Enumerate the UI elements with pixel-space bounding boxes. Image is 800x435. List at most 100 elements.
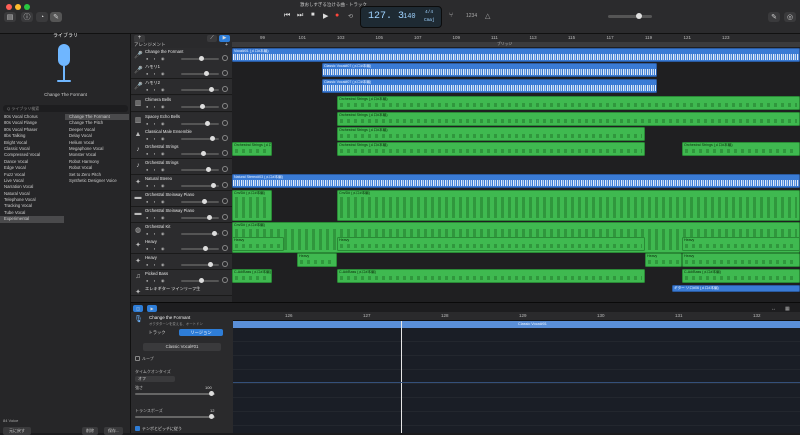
minimize-window-button[interactable] <box>15 4 21 10</box>
track-pan-knob[interactable] <box>222 135 228 141</box>
save-button[interactable]: 保存... <box>104 427 124 435</box>
region-name-field[interactable]: Classic Vocal#01 <box>143 343 221 351</box>
track-volume-slider[interactable] <box>181 246 219 251</box>
track-pan-knob[interactable] <box>222 261 228 267</box>
zoom-window-button[interactable] <box>24 4 30 10</box>
play-button[interactable]: ▶ <box>323 12 328 20</box>
revert-button[interactable]: 元に戻す <box>3 427 31 435</box>
track-name[interactable]: Classical Male Ensemble <box>145 129 192 134</box>
master-volume-knob[interactable] <box>636 13 642 19</box>
track-name[interactable]: Spacey Echo Bells <box>145 114 180 119</box>
track-name[interactable]: Change the Formant <box>145 49 183 54</box>
track-volume-slider[interactable] <box>181 87 219 92</box>
track-buttons[interactable]: ● ◐ ◉ <box>146 167 167 172</box>
track-header[interactable]: 🎤 ハモリ2 ● ◐ ◉ <box>131 79 232 96</box>
track-volume-knob[interactable] <box>208 262 213 267</box>
editor-mode-button[interactable]: ◫ <box>133 305 143 312</box>
track-name[interactable]: Orchestral Strings <box>145 144 179 149</box>
track-name[interactable]: Picked Bass <box>145 271 168 276</box>
track-name[interactable]: Orchestral Steinway Piano <box>145 192 194 197</box>
help-button[interactable]: ⓘ <box>21 12 33 22</box>
track-name[interactable]: Orchestral Kit <box>145 224 170 229</box>
loop-checkbox[interactable] <box>135 356 140 361</box>
playhead[interactable] <box>401 321 402 433</box>
strength-knob[interactable] <box>209 391 214 396</box>
track-name[interactable]: Heavy <box>145 239 157 244</box>
smart-controls-button[interactable]: ◔ <box>36 12 48 22</box>
delete-button[interactable]: 削除 <box>82 427 98 435</box>
track-buttons[interactable]: ● ◐ ◉ <box>146 199 167 204</box>
track-header[interactable]: 🎤 ハモリ1 ● ◐ ◉ <box>131 63 232 80</box>
metronome-icon[interactable]: △ <box>485 12 490 20</box>
track-volume-knob[interactable] <box>211 183 216 188</box>
track-volume-slider[interactable] <box>181 215 219 220</box>
track-pan-knob[interactable] <box>222 245 228 251</box>
close-window-button[interactable] <box>6 4 12 10</box>
track-volume-knob[interactable] <box>202 199 207 204</box>
track-header[interactable]: ▬ Orchestral Steinway Piano ● ◐ ◉ <box>131 191 232 208</box>
track-buttons[interactable]: ● ◐ ◉ <box>146 104 167 109</box>
audio-region[interactable]: ギター ソロ#06 (メロ#本編) <box>672 285 800 292</box>
midi-region[interactable]: Orchestral Strings (メロ#本編) <box>232 142 272 156</box>
track-name[interactable]: ハモリ2 <box>145 80 160 86</box>
track-volume-slider[interactable] <box>181 104 219 109</box>
track-pan-knob[interactable] <box>222 86 228 92</box>
tab-track[interactable]: トラック <box>136 329 178 336</box>
midi-region[interactable]: Heavy <box>682 253 800 267</box>
editor-ruler[interactable] <box>233 312 800 321</box>
add-track-button[interactable]: + <box>134 35 145 42</box>
track-buttons[interactable]: ● ◐ ◉ <box>146 136 167 141</box>
track-pan-knob[interactable] <box>222 198 228 204</box>
midi-region[interactable]: Heavy <box>297 253 337 267</box>
track-header[interactable]: ✦ Heavy ● ◐ ◉ <box>131 254 232 271</box>
track-pan-knob[interactable] <box>222 230 228 236</box>
track-volume-knob[interactable] <box>209 87 214 92</box>
midi-region[interactable]: Orchestral Strings (メロ#本編) <box>682 142 800 156</box>
track-name[interactable]: Orchestral Strings <box>145 160 179 165</box>
track-volume-knob[interactable] <box>212 231 217 236</box>
midi-region[interactable]: Cm/D# (メロ#本編) <box>337 190 800 221</box>
tuner-icon[interactable]: ⑂ <box>449 12 453 19</box>
arrangement-marker-lane[interactable]: ブリッジ <box>232 42 800 47</box>
midi-region[interactable]: Orchestral Strings (メロ#本編) <box>337 112 800 126</box>
track-name[interactable]: Orchestral Steinway Piano <box>145 208 194 213</box>
track-header[interactable]: ✦ Natural Stereo ● ◐ ◉ <box>131 175 232 192</box>
editor-grid[interactable] <box>233 328 800 433</box>
record-button[interactable]: ● <box>335 12 339 19</box>
track-buttons[interactable]: ● ◐ ◉ <box>146 262 167 267</box>
track-header[interactable]: ✦ エレキギター ツインリーフ生 <box>131 285 232 296</box>
library-toggle-button[interactable]: ▤ <box>4 12 16 22</box>
track-pan-knob[interactable] <box>222 120 228 126</box>
editors-button[interactable]: ✎ <box>50 12 62 22</box>
track-name[interactable]: Natural Stereo <box>145 176 172 181</box>
follow-tempo-checkbox[interactable] <box>135 426 140 431</box>
track-volume-knob[interactable] <box>203 246 208 251</box>
track-header[interactable]: ♪ Orchestral Strings ● ◐ ◉ <box>131 159 232 176</box>
track-pan-knob[interactable] <box>222 150 228 156</box>
track-volume-knob[interactable] <box>200 104 205 109</box>
track-volume-slider[interactable] <box>181 231 219 236</box>
midi-region[interactable]: Orchestral Strings (メロ#本編) <box>337 96 800 110</box>
track-header[interactable]: 🎤 Change the Formant ● ◐ ◉ <box>131 48 232 65</box>
midi-region[interactable]: Heavy <box>337 237 645 251</box>
track-volume-slider[interactable] <box>181 121 219 126</box>
track-buttons[interactable]: ● ◐ ◉ <box>146 183 167 188</box>
track-buttons[interactable]: ● ◐ ◉ <box>146 71 167 76</box>
track-pan-knob[interactable] <box>222 103 228 109</box>
track-header[interactable]: ✦ Heavy ● ◐ ◉ <box>131 238 232 255</box>
midi-region[interactable]: Heavy <box>645 253 682 267</box>
track-volume-slider[interactable] <box>181 136 219 141</box>
track-volume-knob[interactable] <box>205 121 210 126</box>
track-pan-knob[interactable] <box>222 277 228 283</box>
midi-region[interactable]: C-A#/Bass (メロ#本編) <box>232 269 272 283</box>
editor-flex-button[interactable]: ▶ <box>147 305 157 312</box>
midi-region[interactable]: C-A#/Bass (メロ#本編) <box>682 269 800 283</box>
midi-region[interactable]: Heavy <box>232 237 284 251</box>
track-buttons[interactable]: ● ◐ ◉ <box>146 87 167 92</box>
transpose-slider[interactable] <box>135 414 215 419</box>
track-name[interactable]: Chimera Bells <box>145 97 171 102</box>
track-pan-knob[interactable] <box>222 70 228 76</box>
library-preset-item[interactable]: Synthetic Designer Voice <box>65 178 129 184</box>
track-header[interactable]: ▬ Orchestral Steinway Piano ● ◐ ◉ <box>131 207 232 224</box>
track-volume-knob[interactable] <box>207 215 212 220</box>
